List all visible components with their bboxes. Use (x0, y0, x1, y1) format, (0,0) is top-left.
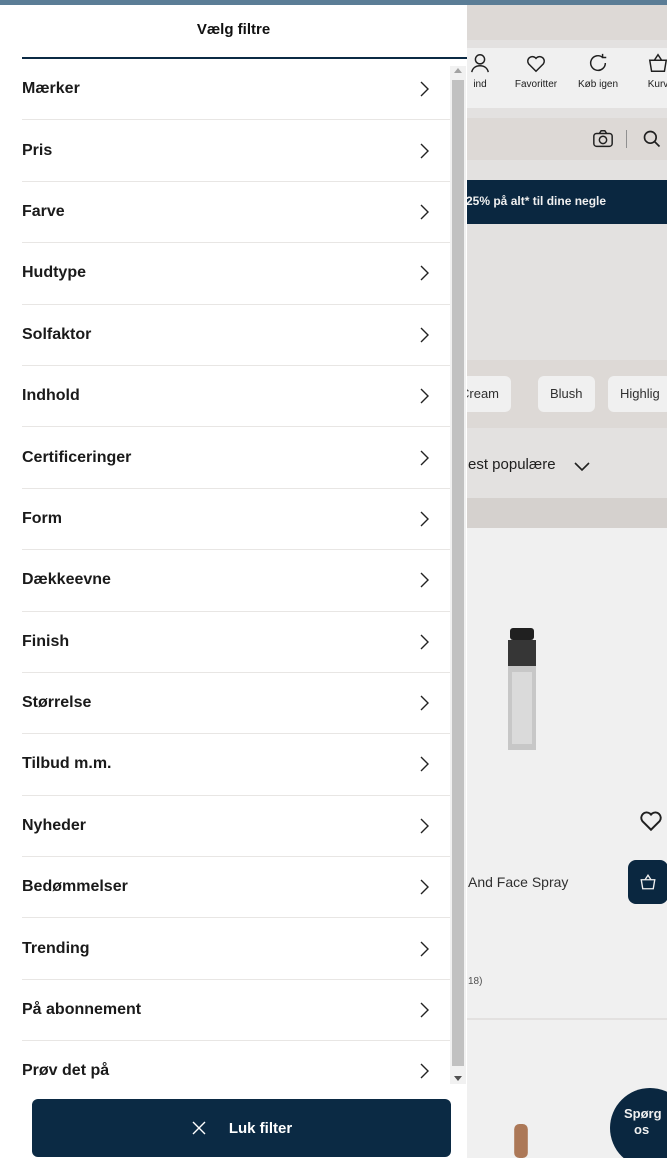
filter-item[interactable]: Hudtype (22, 243, 450, 305)
filter-item-label: Bedømmelser (22, 878, 128, 896)
chevron-right-icon (420, 756, 429, 772)
filter-item[interactable]: Størrelse (22, 673, 450, 735)
dim-overlay[interactable] (462, 0, 667, 1158)
chevron-right-icon (420, 941, 429, 957)
filter-item-label: Finish (22, 632, 70, 650)
filter-item-label: Farve (22, 202, 65, 220)
chevron-right-icon (420, 1063, 429, 1079)
filter-item[interactable]: Dækkeevne (22, 550, 450, 612)
scroll-up-arrow[interactable] (454, 68, 462, 73)
filter-item[interactable]: Form (22, 489, 450, 551)
filter-item[interactable]: Prøv det på (22, 1041, 450, 1083)
filter-item-label: Form (22, 509, 62, 527)
chevron-right-icon (420, 1002, 429, 1018)
close-icon (192, 1121, 206, 1135)
filter-item[interactable]: Bedømmelser (22, 857, 450, 919)
chevron-right-icon (420, 879, 429, 895)
filter-item[interactable]: Finish (22, 612, 450, 673)
filter-item-label: Prøv det på (22, 1062, 110, 1080)
chevron-right-icon (420, 695, 429, 711)
chevron-right-icon (420, 511, 429, 527)
filter-item-label: Hudtype (22, 264, 86, 282)
scroll-thumb[interactable] (452, 80, 464, 1066)
filter-item-label: Certificeringer (22, 448, 132, 466)
filter-item-label: Pris (22, 141, 53, 159)
filter-item-label: Trending (22, 939, 90, 957)
panel-title: Vælg filtre (196, 21, 271, 38)
filter-item[interactable]: Tilbud m.m. (22, 734, 450, 796)
filter-item[interactable]: Nyheder (22, 796, 450, 858)
filter-item[interactable]: Solfaktor (22, 305, 450, 366)
chevron-right-icon (420, 388, 429, 404)
filter-item[interactable]: Pris (22, 120, 450, 182)
filter-item[interactable]: Indhold (22, 366, 450, 428)
filter-item-label: Mærker (22, 80, 80, 98)
filter-item[interactable]: Mærker (22, 59, 450, 121)
chevron-right-icon (420, 634, 429, 650)
filter-item-label: Tilbud m.m. (22, 755, 112, 773)
filter-item-label: Solfaktor (22, 325, 92, 343)
chevron-right-icon (420, 572, 429, 588)
chevron-right-icon (420, 143, 429, 159)
filter-panel: Vælg filtre Mærker Pris Farve Hudtype Solfak… (0, 5, 467, 1158)
filter-item[interactable]: Farve (22, 182, 450, 244)
chevron-right-icon (420, 265, 429, 281)
filter-item-label: Nyheder (22, 816, 87, 834)
filter-item[interactable]: Certificeringer (22, 427, 450, 489)
filter-item-label: Størrelse (22, 694, 92, 712)
filter-item[interactable]: På abonnement (22, 980, 450, 1042)
filter-item-label: Dækkeevne (22, 571, 111, 589)
close-filter-button[interactable]: Luk filter (32, 1099, 451, 1157)
filter-list: Mærker Pris Farve Hudtype Solfaktor Indhold Ce… (22, 59, 450, 1083)
chevron-right-icon (420, 204, 429, 220)
filter-scrollbar[interactable] (450, 66, 466, 1084)
chevron-right-icon (420, 450, 429, 466)
filter-item-label: På abonnement (22, 1001, 142, 1019)
chevron-right-icon (420, 327, 429, 343)
top-accent-strip (0, 0, 667, 5)
scroll-down-arrow[interactable] (454, 1076, 462, 1081)
filter-item-label: Indhold (22, 387, 80, 405)
close-filter-label: Luk filter (228, 1119, 293, 1137)
chevron-right-icon (420, 81, 429, 97)
chevron-right-icon (420, 818, 429, 834)
filter-item[interactable]: Trending (22, 918, 450, 980)
